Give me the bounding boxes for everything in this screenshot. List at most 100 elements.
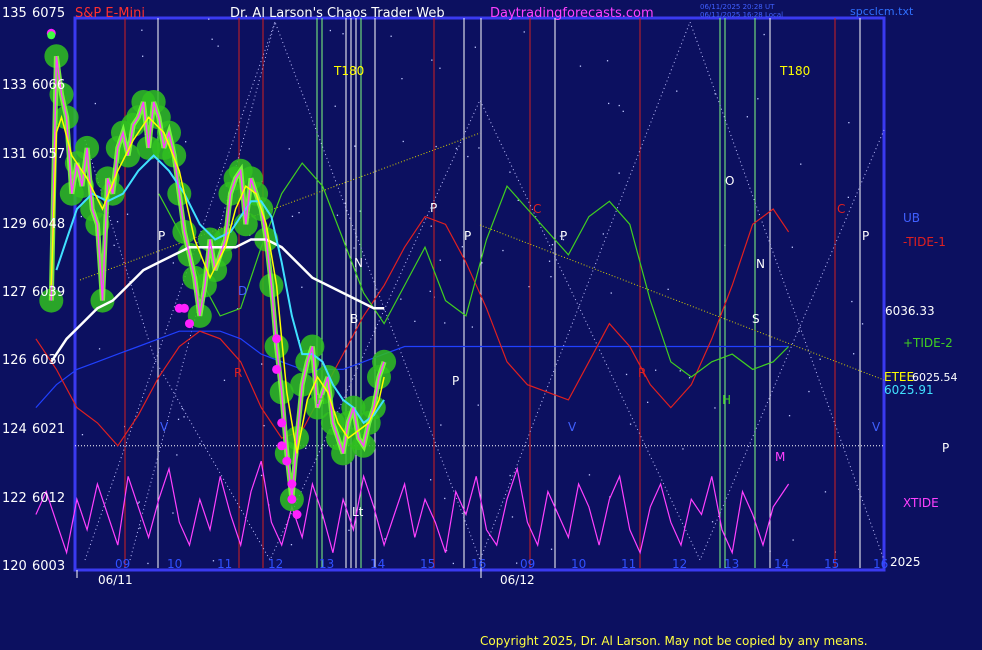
cycle-marker-label: O [725,174,734,188]
star-dot [461,246,463,248]
timestamp-local: 06/11/2025 16:28 Local [700,11,783,19]
star-dot [511,516,514,518]
star-dot [217,45,219,47]
star-dot [788,415,791,417]
star-dot [746,116,748,118]
cycle-marker-label: S [752,312,760,326]
star-dot [401,78,403,80]
cycle-marker-label: D [238,284,247,298]
xtide-series [35,460,790,556]
ub-label: UB [903,211,920,225]
star-dot [177,418,180,420]
star-dot [655,369,657,371]
y-tick-price: 6075 [32,6,65,21]
star-dot [861,323,864,325]
y-tick-left: 122 [2,491,27,506]
star-dot [647,401,649,403]
star-dot [212,560,215,562]
xtide-label: XTIDE [903,496,939,510]
star-dot [853,353,855,355]
site-link[interactable]: Daytradingforecasts.com [490,6,654,21]
star-dot [181,407,183,410]
star-dot [147,562,149,565]
y-tick-price: 6039 [32,285,65,300]
star-dot [548,260,551,262]
star-dot [348,529,350,531]
cycle-marker-label: B [350,312,358,326]
star-dot [477,404,479,406]
x-tick-hour: 16 [471,557,486,571]
star-dot [444,497,446,500]
star-dot [550,548,553,550]
star-dot [139,527,141,529]
star-dot [342,33,344,35]
y-tick-price: 6066 [32,78,65,93]
year-label: 2025 [890,555,921,569]
star-dot [142,55,144,57]
y-tick-left: 129 [2,217,27,232]
star-dot [819,358,821,360]
star-dot [622,110,624,112]
star-dot [471,326,473,328]
pivot-dot [277,441,287,451]
star-dot [467,155,469,158]
star-dot [606,60,609,62]
y-tick-price: 6003 [32,559,65,574]
star-dot [679,370,681,372]
star-dot [288,148,290,150]
cycle-marker-label: T180 [779,64,810,78]
star-dot [429,290,431,292]
star-dot [848,122,850,124]
star-dot [390,35,392,37]
star-dot [502,249,504,252]
chart-area: 135 S&P E-Mini Dr. Al Larson's Chaos Tra… [2,3,958,587]
star-dot [474,46,476,48]
x-tick-hour: 14 [370,557,385,571]
star-dot [800,163,802,165]
star-dot [336,214,339,216]
symbol-label: S&P E-Mini [75,6,145,21]
star-dot [113,244,115,246]
star-dot [676,90,678,92]
chart-title: Dr. Al Larson's Chaos Trader Web [230,6,445,21]
x-tick-hour: 10 [571,557,586,571]
star-dot [439,67,441,69]
star-dot [298,212,300,214]
cycle-marker-label: P [452,374,459,388]
y-tick-left: 126 [2,353,27,368]
y-tick-price: 6012 [32,491,65,506]
cycle-marker-label: Lt [352,505,364,519]
tide-minus-label: -TIDE-1 [903,235,946,249]
cycle-marker-label: P [464,229,471,243]
star-dot [223,379,226,381]
star-dot [402,140,404,143]
pivot-dot [272,334,282,344]
star-dot [792,539,794,541]
cycle-marker-label: C [533,202,541,216]
cycle-marker-label: R [234,366,242,380]
cycle-marker-label: M [775,450,785,464]
star-dot [714,407,716,409]
star-dot [798,330,800,332]
star-dot [138,501,140,503]
file-name: spcclcm.txt [850,5,914,18]
star-dot [208,18,210,20]
y-tick-price: 6057 [32,147,65,162]
star-dot [211,38,213,40]
pivot-dot [287,479,297,489]
x-tick-hour: 09 [520,557,535,571]
cycle-marker-label: H [722,393,731,407]
cycle-marker-label: N [756,257,765,271]
star-dot [305,447,307,449]
tide-plus-label: +TIDE-2 [903,336,953,350]
right-p-marker: P [942,441,949,455]
star-dot [618,104,620,107]
star-dot [354,145,356,147]
x-tick-hour: 10 [167,557,182,571]
star-dot [808,390,810,393]
y-tick-price: 6030 [32,353,65,368]
star-dot [608,102,610,105]
pivot-dot [272,364,282,374]
star-dot [610,292,612,294]
cycle-marker-label: T180 [333,64,364,78]
